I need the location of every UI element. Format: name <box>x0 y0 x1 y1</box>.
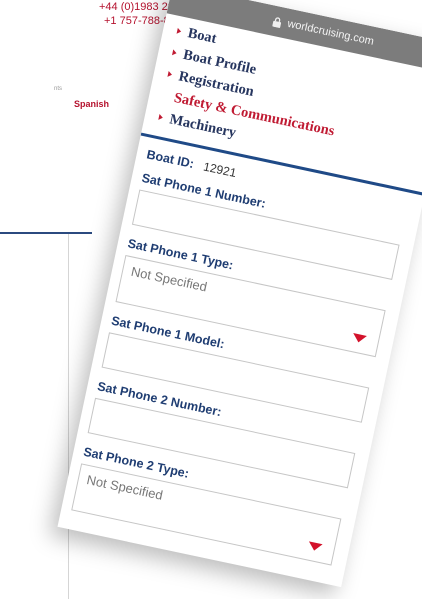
bullet-icon <box>158 113 164 121</box>
boat-id-label: Boat ID: <box>145 147 196 172</box>
sat-phone-1-type-value: Not Specified <box>129 263 209 295</box>
bullet-icon <box>172 49 178 57</box>
bullet-icon <box>167 70 173 78</box>
language-link-spanish[interactable]: Spanish <box>74 97 109 111</box>
boat-id-value: 12921 <box>202 159 238 181</box>
boat-form: Boat ID: 12921 Sat Phone 1 Number: Sat P… <box>61 132 422 569</box>
sat-phone-2-type-value: Not Specified <box>85 472 165 503</box>
lock-icon <box>272 16 282 28</box>
phone-screen: worldcruising.com Boat Boat Profile Regi… <box>57 0 422 588</box>
dropdown-caret-icon <box>307 541 323 553</box>
background-column-line <box>68 234 69 599</box>
dropdown-caret-icon <box>351 333 367 344</box>
background-small-text: nts <box>54 86 63 92</box>
bullet-icon <box>176 27 182 35</box>
background-divider <box>0 232 92 234</box>
